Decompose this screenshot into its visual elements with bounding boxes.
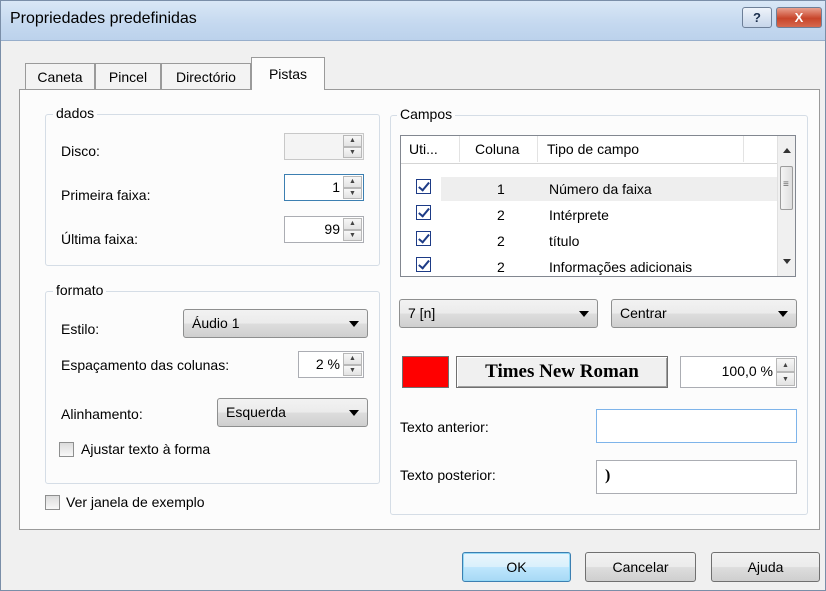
help-title-button[interactable]: ? [742,7,772,28]
alinhamento-label: Alinhamento: [61,406,143,422]
spin-down-icon[interactable]: ▼ [776,372,795,386]
chevron-down-icon [778,311,788,317]
primeira-faixa-label: Primeira faixa: [61,187,151,203]
row-checkbox[interactable] [416,231,431,246]
spin-down-icon[interactable]: ▼ [343,364,362,376]
color-swatch[interactable] [402,356,449,388]
texto-posterior-input[interactable]: ) [596,460,797,494]
help-button[interactable]: Ajuda [711,552,820,582]
font-button[interactable]: Times New Roman [456,356,668,388]
font-size-spinbox[interactable]: 100,0 % ▲ ▼ [680,356,797,388]
column-select[interactable]: 7 [n] [399,299,598,328]
scroll-up-icon[interactable] [783,148,791,153]
close-button[interactable]: X [776,7,822,28]
properties-dialog: Propriedades predefinidas ? X Caneta Pin… [0,0,826,591]
spin-down-icon[interactable]: ▼ [343,187,362,199]
campos-listview[interactable]: Uti... Coluna Tipo de campo 1 Número da … [400,135,796,277]
row-coluna: 2 [497,259,505,275]
chevron-down-icon [349,410,359,416]
row-tipo: Número da faixa [549,181,652,197]
row-checkbox[interactable] [416,179,431,194]
list-item[interactable]: 2 Informações adicionais [401,255,777,276]
estilo-label: Estilo: [61,321,100,337]
alinhamento-select[interactable]: Esquerda [217,398,368,427]
chevron-down-icon [579,311,589,317]
espacamento-spinbox[interactable]: 2 % ▲ ▼ [298,351,364,378]
ultima-faixa-spinbox[interactable]: 99 ▲ ▼ [284,216,364,243]
ultima-faixa-label: Última faixa: [61,231,139,247]
alinhamento-value: Esquerda [226,404,286,420]
tab-label: Pincel [108,68,148,85]
formato-group-label: formato [53,282,107,298]
row-tipo: Informações adicionais [549,259,693,275]
row-coluna: 2 [497,233,505,249]
tab-pistas[interactable]: Pistas [251,57,325,90]
ver-exemplo-checkbox[interactable] [45,495,60,510]
column-header-coluna[interactable]: Coluna [475,141,519,157]
font-label: Times New Roman [485,361,639,382]
spin-up-icon[interactable]: ▲ [776,358,795,372]
chevron-down-icon [349,321,359,327]
disco-label: Disco: [61,143,100,159]
scroll-thumb[interactable] [780,166,793,210]
espacamento-label: Espaçamento das colunas: [61,357,230,373]
title-bar: Propriedades predefinidas ? X [1,1,825,41]
tab-directorio[interactable]: Directório [161,63,251,89]
texto-anterior-input[interactable] [596,409,797,443]
column-header-uti[interactable]: Uti... [409,141,438,157]
row-checkbox[interactable] [416,205,431,220]
close-icon: X [794,10,804,25]
list-item[interactable]: 1 Número da faixa [401,177,777,203]
row-coluna: 1 [497,181,505,197]
primeira-faixa-spinbox[interactable]: 1 ▲ ▼ [284,174,364,201]
tab-caneta[interactable]: Caneta [25,63,95,89]
row-tipo: título [549,233,580,249]
ajustar-checkbox[interactable] [59,442,74,457]
texto-anterior-label: Texto anterior: [400,419,489,435]
row-checkbox[interactable] [416,257,431,272]
row-tipo: Intérprete [549,207,609,223]
primeira-faixa-value: 1 [332,179,340,195]
ver-exemplo-label: Ver janela de exemplo [66,494,205,510]
tab-label: Directório [176,68,236,85]
espacamento-value: 2 % [315,356,340,372]
font-size-value: 100,0 % [721,363,773,379]
scroll-down-icon[interactable] [783,259,791,264]
column-header-tipo[interactable]: Tipo de campo [547,141,639,157]
spin-up-icon[interactable]: ▲ [343,135,362,147]
tab-pincel[interactable]: Pincel [95,63,161,89]
list-item[interactable]: 2 Intérprete [401,203,777,229]
spin-up-icon[interactable]: ▲ [343,176,362,188]
row-coluna: 2 [497,207,505,223]
tab-label: Caneta [37,68,83,85]
cancel-button[interactable]: Cancelar [585,552,696,582]
campos-group-label: Campos [397,106,456,122]
texto-posterior-value: ) [605,467,611,484]
dados-group-label: dados [53,105,98,121]
window-title: Propriedades predefinidas [10,10,197,27]
ultima-faixa-value: 99 [324,221,340,237]
texto-posterior-label: Texto posterior: [400,467,496,483]
column-select-value: 7 [n] [408,305,436,321]
spin-up-icon[interactable]: ▲ [343,218,362,230]
listview-scrollbar[interactable] [777,136,795,276]
align-select[interactable]: Centrar [611,299,797,328]
ok-button[interactable]: OK [462,552,571,582]
question-icon: ? [753,10,761,25]
ajustar-label: Ajustar texto à forma [81,441,211,457]
spin-up-icon[interactable]: ▲ [343,353,362,365]
tab-label: Pistas [268,66,308,82]
spin-down-icon[interactable]: ▼ [343,146,362,158]
spin-down-icon[interactable]: ▼ [343,229,362,241]
estilo-value: Áudio 1 [192,315,240,331]
align-select-value: Centrar [620,305,667,321]
list-item[interactable]: 2 título [401,229,777,255]
listview-header: Uti... Coluna Tipo de campo [401,136,777,164]
estilo-select[interactable]: Áudio 1 [183,309,368,338]
disco-spinbox[interactable]: ▲ ▼ [284,133,364,160]
